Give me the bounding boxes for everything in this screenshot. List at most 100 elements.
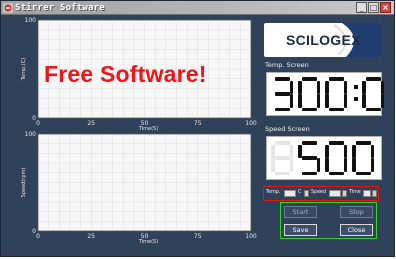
lcd-segment bbox=[380, 94, 384, 108]
lcd-segment bbox=[301, 156, 317, 160]
lcd-segment bbox=[343, 80, 347, 94]
x-tick-label: 25 bbox=[87, 233, 95, 240]
close-window-button[interactable]: × bbox=[380, 2, 391, 13]
speed-set-button[interactable] bbox=[342, 190, 347, 197]
lcd-segment bbox=[289, 80, 293, 94]
lcd-segment bbox=[362, 94, 366, 108]
maximize-button[interactable]: □ bbox=[368, 2, 379, 13]
y-tick-label: 100 bbox=[25, 17, 37, 24]
lcd-segment bbox=[298, 94, 302, 108]
lcd-segment bbox=[289, 144, 293, 158]
lcd-segment bbox=[352, 158, 356, 172]
x-tick-label: 0 bbox=[36, 120, 40, 127]
lcd-segment bbox=[343, 94, 347, 108]
start-button[interactable]: Start bbox=[284, 206, 317, 218]
lcd-segment bbox=[298, 144, 302, 158]
lcd-segment bbox=[328, 77, 344, 81]
speed-screen-label: Speed Screen bbox=[265, 125, 310, 133]
lcd-segment bbox=[301, 171, 317, 175]
lcd-segment bbox=[316, 158, 320, 172]
y-tick-label: 100 bbox=[25, 131, 37, 138]
save-button[interactable]: Save bbox=[284, 224, 317, 236]
control-buttons-group: Start Stop Save Close bbox=[280, 202, 377, 239]
x-tick-label: 75 bbox=[194, 120, 202, 127]
x-tick-label: 100 bbox=[245, 233, 257, 240]
parameter-entry-row: Temp. C Speed Time bbox=[263, 186, 379, 201]
lcd-segment bbox=[274, 77, 290, 81]
lcd-segment bbox=[301, 141, 317, 145]
y-axis-label: Temp.(C) bbox=[21, 58, 27, 81]
lcd-digit bbox=[298, 77, 322, 111]
x-tick-label: 100 bbox=[245, 120, 257, 127]
x-tick-label: 0 bbox=[36, 233, 40, 240]
minimize-button[interactable]: _ bbox=[356, 2, 367, 13]
temp-param-label: Temp. bbox=[266, 190, 281, 195]
lcd-ghost-digit bbox=[271, 141, 295, 175]
lcd-segment bbox=[274, 92, 290, 96]
lcd-segment bbox=[301, 107, 317, 111]
lcd-segment bbox=[271, 144, 275, 158]
lcd-digit bbox=[271, 77, 295, 111]
lcd-segment bbox=[365, 107, 381, 111]
lcd-segment bbox=[301, 77, 317, 81]
temp-set-button[interactable] bbox=[304, 190, 309, 197]
y-tick-label: 0 bbox=[32, 228, 36, 235]
lcd-segment bbox=[328, 141, 344, 145]
y-axis-label: Speed(rpm) bbox=[21, 168, 27, 198]
lcd-segment bbox=[352, 144, 356, 158]
x-tick-label: 75 bbox=[194, 233, 202, 240]
lcd-segment bbox=[355, 171, 371, 175]
lcd-segment bbox=[328, 171, 344, 175]
lcd-segment bbox=[316, 80, 320, 94]
lcd-segment bbox=[289, 94, 293, 108]
lcd-segment bbox=[325, 144, 329, 158]
temp-screen-label: Temp. Screen bbox=[265, 61, 309, 69]
speed-display bbox=[266, 136, 382, 180]
lcd-segment bbox=[298, 80, 302, 94]
lcd-colon-dot bbox=[354, 85, 358, 89]
time-param-label: Time bbox=[349, 190, 361, 195]
lcd-segment bbox=[325, 158, 329, 172]
x-axis-label: Time(S) bbox=[138, 239, 158, 245]
lcd-segment bbox=[325, 94, 329, 108]
temp-input[interactable] bbox=[284, 190, 296, 197]
lcd-segment bbox=[274, 156, 290, 160]
lcd-digit bbox=[298, 141, 322, 175]
lcd-digit bbox=[352, 141, 376, 175]
lcd-digit bbox=[362, 77, 386, 111]
lcd-segment bbox=[355, 141, 371, 145]
time-input[interactable] bbox=[363, 190, 371, 197]
lcd-segment bbox=[274, 141, 290, 145]
temp-unit-label: C bbox=[298, 190, 302, 195]
free-software-watermark: Free Software! bbox=[44, 61, 207, 87]
lcd-digit bbox=[325, 141, 349, 175]
stop-button[interactable]: Stop bbox=[340, 206, 373, 218]
lcd-segment bbox=[325, 80, 329, 94]
lcd-segment bbox=[343, 144, 347, 158]
logo-text: SCILOGEX bbox=[286, 32, 361, 48]
y-tick-label: 0 bbox=[32, 115, 36, 122]
x-tick-label: 25 bbox=[87, 120, 95, 127]
lcd-segment bbox=[362, 80, 366, 94]
temp-display bbox=[266, 72, 384, 116]
lcd-segment bbox=[365, 77, 381, 81]
x-axis-label: Time(S) bbox=[138, 126, 158, 132]
speed-param-label: Speed bbox=[311, 190, 327, 195]
lcd-segment bbox=[370, 144, 374, 158]
close-button[interactable]: Close bbox=[340, 224, 373, 236]
app-window: Stirrer Software _ □ × 0 25 50 75 100 0 100 Tim… bbox=[0, 0, 395, 257]
lcd-segment bbox=[370, 158, 374, 172]
lcd-segment bbox=[316, 94, 320, 108]
lcd-segment bbox=[380, 80, 384, 94]
time-set-button[interactable] bbox=[372, 190, 377, 197]
lcd-colon-dot bbox=[354, 97, 358, 101]
lcd-segment bbox=[274, 171, 290, 175]
company-logo: SCILOGEX bbox=[264, 23, 381, 57]
lcd-segment bbox=[343, 158, 347, 172]
lcd-segment bbox=[289, 158, 293, 172]
lcd-segment bbox=[271, 158, 275, 172]
lcd-segment bbox=[274, 107, 290, 111]
lcd-segment bbox=[328, 107, 344, 111]
charts-layer: 0 25 50 75 1000100Time(S)Temp.(C)0 25 50 75 1000… bbox=[21, 17, 257, 245]
speed-input[interactable] bbox=[329, 190, 341, 197]
